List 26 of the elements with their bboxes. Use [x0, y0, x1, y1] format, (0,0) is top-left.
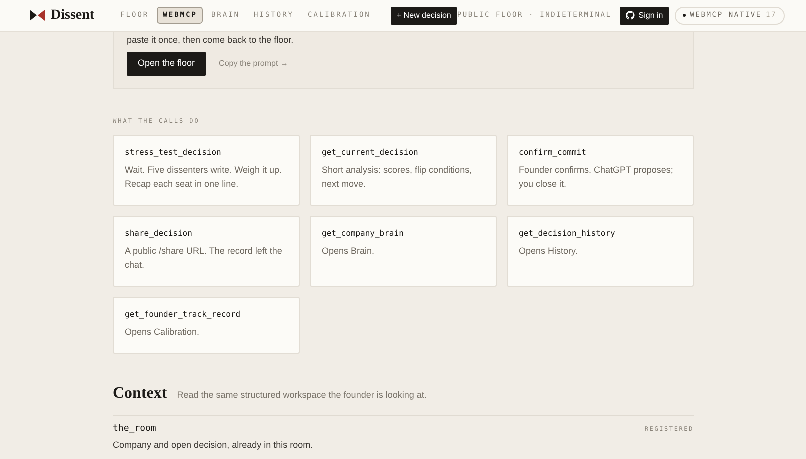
call-name: get_founder_track_record — [125, 309, 242, 321]
sign-in-button[interactable]: Sign in — [620, 6, 670, 24]
call-name: get_company_brain — [322, 228, 405, 240]
call-name: get_decision_history — [519, 228, 616, 240]
context-subtitle: Read the same structured workspace the founder is looking at. — [177, 389, 427, 402]
call-description: Opens Calibration. — [125, 326, 201, 339]
open-floor-button[interactable]: Open the floor — [127, 52, 206, 76]
copy-prompt-link[interactable]: Copy the prompt → — [219, 58, 288, 70]
call-description: A public /share URL. The record left the chat. — [125, 245, 284, 272]
call-description: Wait. Five dissenters write. Weigh it up. Recap each seat in one line. — [125, 164, 284, 191]
call-description: Short analysis: scores, flip conditions, next move. — [322, 164, 474, 191]
context-item-description: Company and open decision, already in this room. — [113, 440, 314, 450]
context-item-name: the_room — [113, 423, 156, 436]
call-name: share_decision — [125, 228, 194, 240]
brand-name: Dissent — [51, 7, 95, 25]
call-name: stress_test_decision — [125, 147, 222, 159]
context-heading: Context — [113, 384, 168, 404]
call-name: get_current_decision — [322, 147, 420, 159]
call-description: Opens Brain. — [322, 245, 376, 258]
call-name: confirm_commit — [519, 147, 588, 159]
call-description: Founder confirms. ChatGPT proposes; you close it. — [519, 164, 674, 191]
github-icon — [626, 11, 635, 20]
intro-text: paste it once, then come back to the floor. — [127, 34, 295, 46]
bowtie-logo-icon — [30, 10, 45, 21]
call-description: Opens History. — [519, 245, 579, 258]
new-decision-button[interactable]: + New decision — [390, 6, 458, 24]
